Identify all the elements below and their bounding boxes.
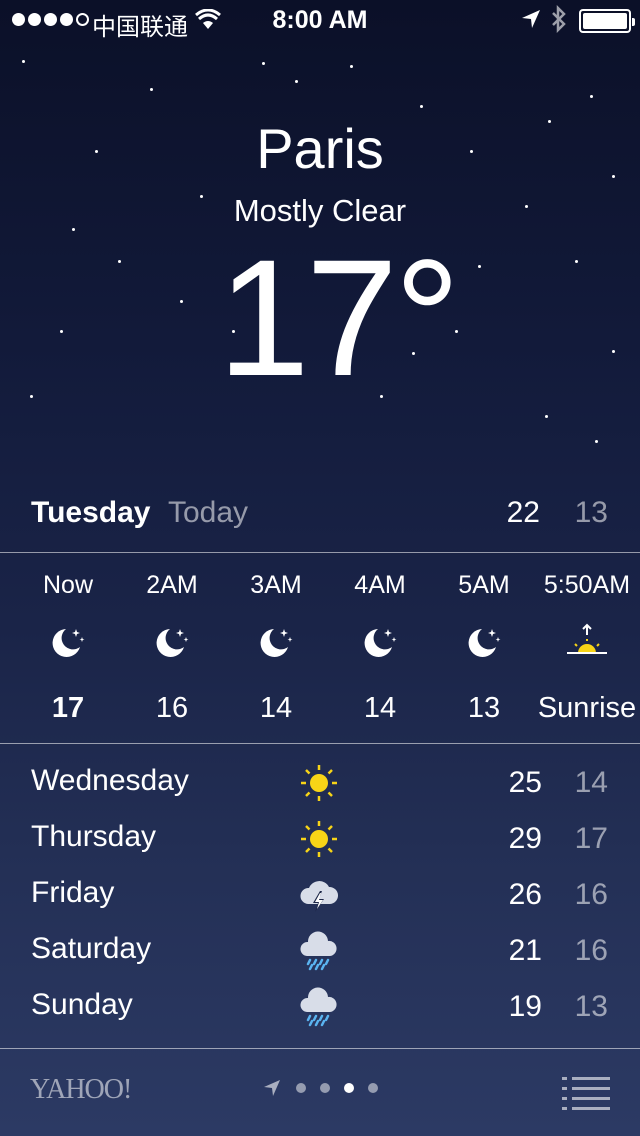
today-day-name: Tuesday [31, 496, 151, 529]
condition-text: Mostly Clear [233, 193, 407, 228]
day-high: 25 [508, 766, 542, 799]
day-high: 21 [508, 934, 542, 967]
list-menu-icon[interactable] [562, 1076, 610, 1110]
day-name: Saturday [31, 932, 152, 965]
moon-stars-icon [364, 629, 397, 657]
page-dot-active[interactable] [344, 1083, 354, 1093]
day-low: 16 [574, 878, 608, 911]
today-low: 13 [574, 496, 608, 529]
day-low: 13 [574, 990, 608, 1023]
hour-label: 5:50AM [543, 571, 631, 599]
hour-temperature: 14 [363, 692, 397, 724]
hourly-item: 3AM 14 [224, 553, 328, 743]
hourly-item: Now 17 [16, 553, 120, 743]
daily-row: Thursday 29 17 [0, 814, 640, 864]
hour-label: 2AM [146, 571, 198, 599]
day-high: 29 [508, 822, 542, 855]
location-arrow-icon [522, 10, 540, 28]
sunrise-label: Sunrise [537, 692, 637, 724]
day-name: Thursday [31, 820, 157, 853]
page-indicator[interactable] [262, 1078, 378, 1098]
rain-icon [300, 931, 337, 971]
day-high: 26 [508, 878, 542, 911]
day-high: 19 [508, 990, 542, 1023]
hour-temperature: 14 [259, 692, 293, 724]
day-name: Friday [31, 876, 115, 909]
thunderstorm-icon [300, 881, 339, 912]
moon-stars-icon [260, 629, 293, 657]
location-arrow-icon [264, 1080, 280, 1096]
page-dot[interactable] [296, 1083, 306, 1093]
day-low: 17 [574, 822, 608, 855]
hourly-item: 5:50AM Sunrise [534, 553, 640, 743]
moon-stars-icon [156, 629, 189, 657]
divider [0, 1048, 640, 1049]
hourly-item: 4AM 14 [328, 553, 432, 743]
hour-temperature: 16 [155, 692, 189, 724]
current-temperature: 17° [217, 226, 460, 411]
moon-stars-icon [52, 629, 85, 657]
today-high: 22 [506, 496, 540, 529]
daily-row: Friday 26 16 [0, 870, 640, 920]
day-low: 16 [574, 934, 608, 967]
sunrise-icon [567, 623, 607, 654]
day-low: 14 [574, 766, 608, 799]
status-time: 8:00 AM [272, 6, 368, 34]
battery-icon [579, 9, 635, 33]
page-dot[interactable] [368, 1083, 378, 1093]
status-bar: 中国联通 8:00 AM [0, 0, 640, 41]
daily-row: Saturday 21 16 [0, 926, 640, 976]
hourly-item: 2AM 16 [120, 553, 224, 743]
city-name: Paris [256, 117, 384, 180]
daily-row: Wednesday 25 14 [0, 758, 640, 808]
daily-row: Sunday 19 13 [0, 982, 640, 1032]
hour-label: Now [42, 571, 93, 599]
hour-temperature: 17 [51, 692, 85, 724]
moon-stars-icon [468, 629, 501, 657]
sun-icon [301, 821, 337, 857]
today-summary-row: Tuesday Today 22 13 [0, 496, 640, 540]
hour-temperature: 13 [467, 692, 501, 724]
hour-label: 4AM [354, 571, 406, 599]
day-name: Sunday [31, 988, 133, 1021]
day-name: Wednesday [31, 764, 189, 797]
rain-icon [300, 987, 337, 1027]
page-dot[interactable] [320, 1083, 330, 1093]
today-label: Today [168, 496, 249, 529]
yahoo-logo[interactable]: YAHOO! [30, 1074, 132, 1106]
hourly-item: 5AM 13 [432, 553, 536, 743]
hour-label: 5AM [458, 571, 510, 599]
bluetooth-icon [552, 5, 566, 33]
hourly-forecast[interactable]: Now 17 2AM 16 3AM 14 4AM 14 5AM 13 5:50A… [0, 553, 640, 743]
footer-toolbar: YAHOO! [0, 1050, 640, 1136]
divider [0, 743, 640, 744]
sun-icon [301, 765, 337, 801]
hour-label: 3AM [250, 571, 302, 599]
